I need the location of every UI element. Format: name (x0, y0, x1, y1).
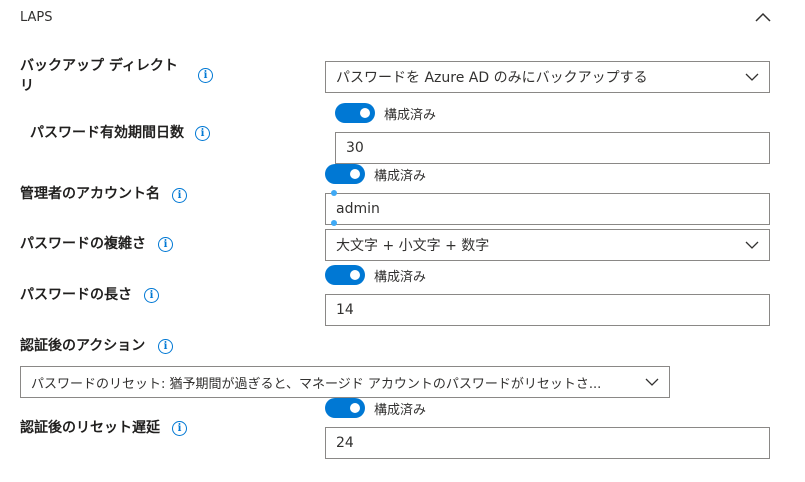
post-auth-reset-delay-label: 認証後のリセット遅延 (20, 420, 160, 436)
admin-account-configured-toggle-group: 構成済み (325, 164, 426, 184)
password-age-configured-toggle[interactable] (335, 103, 375, 123)
admin-account-label: 管理者のアカウント名 (20, 186, 160, 202)
password-age-input[interactable]: 30 (335, 132, 770, 164)
password-complexity-info-icon[interactable]: i (158, 237, 173, 252)
collapse-section-button[interactable] (752, 8, 774, 26)
password-length-info-icon[interactable]: i (144, 288, 159, 303)
post-auth-reset-delay-configured-toggle[interactable] (325, 398, 365, 418)
backup-directory-dropdown[interactable]: パスワードを Azure AD のみにバックアップする (325, 61, 770, 93)
post-auth-action-value: パスワードのリセット: 猶予期間が過ぎると、マネージド アカウントのパスワードが… (31, 376, 602, 392)
backup-directory-value: パスワードを Azure AD のみにバックアップする (336, 70, 648, 86)
password-age-label: パスワード有効期間日数 (30, 125, 184, 141)
resize-handle-bottom[interactable] (331, 220, 337, 226)
password-age-toggle-label: 構成済み (384, 107, 437, 123)
password-length-input[interactable]: 14 (325, 294, 770, 326)
backup-directory-info-icon[interactable]: i (198, 68, 213, 83)
chevron-down-icon (745, 73, 759, 81)
admin-account-configured-toggle[interactable] (325, 164, 365, 184)
backup-directory-label: バックアップ ディレクト リ (20, 58, 178, 94)
post-auth-reset-delay-toggle-label: 構成済み (374, 402, 427, 418)
password-complexity-value: 大文字 + 小文字 + 数字 (336, 238, 490, 254)
post-auth-action-info-icon[interactable]: i (158, 339, 173, 354)
admin-account-toggle-label: 構成済み (374, 168, 427, 184)
password-length-configured-toggle[interactable] (325, 265, 365, 285)
password-length-configured-toggle-group: 構成済み (325, 265, 426, 285)
post-auth-reset-delay-info-icon[interactable]: i (172, 421, 187, 436)
post-auth-reset-delay-configured-toggle-group: 構成済み (325, 398, 426, 418)
password-age-configured-toggle-group: 構成済み (335, 103, 436, 123)
post-auth-action-dropdown[interactable]: パスワードのリセット: 猶予期間が過ぎると、マネージド アカウントのパスワードが… (20, 366, 670, 398)
section-title: LAPS (20, 10, 53, 25)
password-age-info-icon[interactable]: i (195, 126, 210, 141)
post-auth-reset-delay-input[interactable]: 24 (325, 427, 770, 459)
password-length-toggle-label: 構成済み (374, 269, 427, 285)
admin-account-info-icon[interactable]: i (172, 188, 187, 203)
resize-handle-top[interactable] (331, 190, 337, 196)
password-length-label: パスワードの長さ (20, 287, 132, 303)
password-complexity-dropdown[interactable]: 大文字 + 小文字 + 数字 (325, 229, 770, 261)
admin-account-input[interactable]: admin (325, 193, 770, 225)
chevron-up-icon (755, 12, 771, 22)
chevron-down-icon (645, 378, 659, 386)
post-auth-action-label: 認証後のアクション (20, 338, 146, 354)
chevron-down-icon (745, 241, 759, 249)
password-complexity-label: パスワードの複雑さ (20, 236, 146, 252)
